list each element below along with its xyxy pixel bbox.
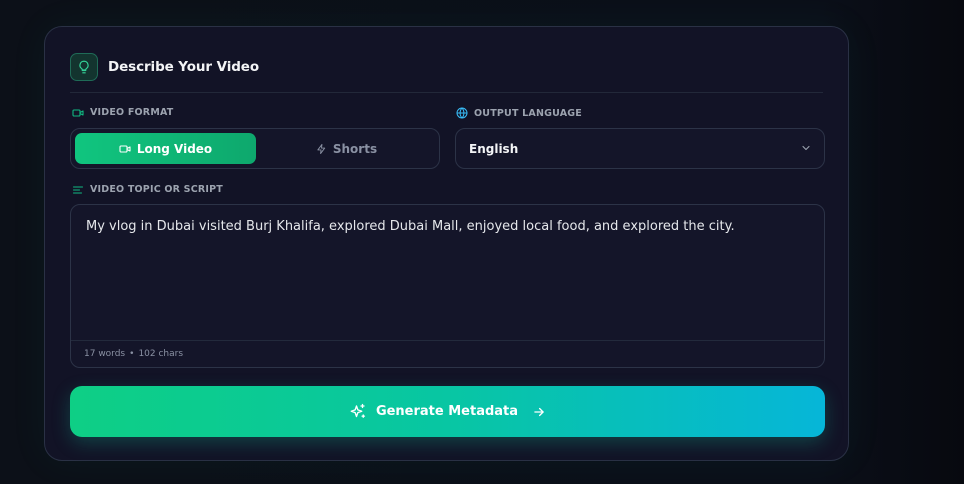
topic-stats: 17 words • 102 chars [71,340,824,367]
selected-language: English [469,141,519,156]
card-title: Describe Your Video [108,59,260,75]
video-format-toggle: Long Video Shorts [70,128,440,169]
video-format-label: VIDEO FORMAT [72,107,173,118]
video-icon [119,144,131,153]
lightbulb-icon [70,53,98,81]
sparkles-icon [350,403,365,418]
word-count: 17 words [84,349,126,359]
stats-separator: • [129,349,135,359]
char-count: 102 chars [138,349,184,359]
generate-metadata-button[interactable]: Generate Metadata [70,386,825,437]
chevron-down-icon [802,145,810,151]
header-divider [70,92,823,93]
text-lines-icon [72,185,84,194]
topic-text[interactable]: My vlog in Dubai visited Burj Khalifa, e… [86,218,809,236]
video-topic-textarea[interactable]: My vlog in Dubai visited Burj Khalifa, e… [70,204,825,368]
output-language-select[interactable]: English [455,128,825,169]
lightning-icon [317,143,326,154]
long-video-option[interactable]: Long Video [75,133,256,164]
output-language-label: OUTPUT LANGUAGE [456,107,582,119]
video-camera-icon [72,108,84,117]
arrow-right-icon [534,407,544,416]
card-header: Describe Your Video [70,52,259,82]
globe-icon [456,107,468,119]
generate-label: Generate Metadata [375,404,519,419]
video-topic-label: VIDEO TOPIC OR SCRIPT [72,184,223,195]
describe-video-card: Describe Your Video VIDEO FORMAT OUTPUT … [44,26,849,461]
shorts-option[interactable]: Shorts [256,133,437,164]
